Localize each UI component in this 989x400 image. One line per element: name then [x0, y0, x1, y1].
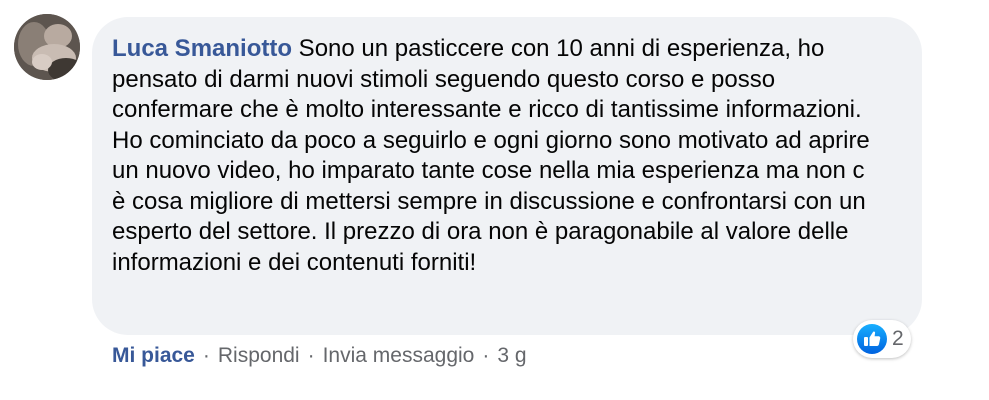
comment-body: Luca Smaniotto Sono un pasticcere con 10… [112, 34, 876, 278]
separator: · [202, 344, 210, 367]
reply-link[interactable]: Rispondi [218, 343, 300, 369]
comment-actions: Mi piace · Rispondi · Invia messaggio · … [112, 343, 527, 369]
author-name[interactable]: Luca Smaniotto [112, 35, 292, 62]
reaction-summary[interactable]: 2 [853, 320, 911, 358]
reaction-count: 2 [892, 327, 904, 350]
send-message-link[interactable]: Invia messaggio [323, 343, 475, 369]
separator: · [307, 344, 315, 367]
like-link[interactable]: Mi piace [112, 343, 195, 369]
avatar[interactable] [14, 14, 80, 80]
timestamp-link[interactable]: 3 g [497, 343, 526, 369]
comment-bubble: Luca Smaniotto Sono un pasticcere con 10… [92, 17, 922, 335]
like-icon [857, 324, 887, 354]
comment: Luca Smaniotto Sono un pasticcere con 10… [0, 0, 989, 400]
comment-text: Sono un pasticcere con 10 anni di esperi… [112, 35, 870, 276]
separator: · [482, 344, 490, 367]
profile-photo [14, 14, 80, 80]
